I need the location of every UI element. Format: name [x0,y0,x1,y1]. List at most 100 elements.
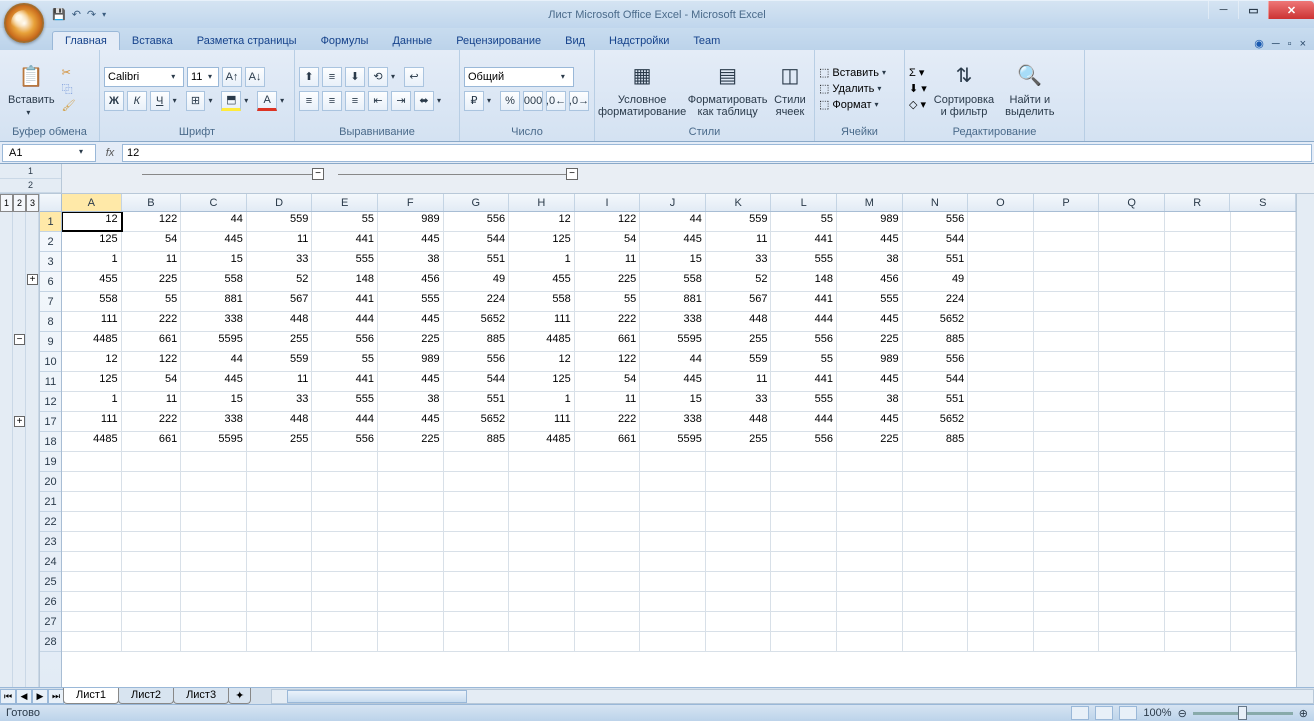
vertical-scrollbar[interactable] [1296,194,1314,687]
cell[interactable]: 441 [312,232,378,251]
cell[interactable] [312,632,378,651]
cell[interactable]: 448 [247,412,313,431]
row-outline-toggle-plus-1[interactable]: + [27,274,38,285]
col-outline-toggle-1[interactable]: − [312,168,324,180]
cell[interactable] [968,272,1034,291]
column-header[interactable]: P [1034,194,1100,211]
cell[interactable]: 338 [181,412,247,431]
cell[interactable]: 222 [122,312,182,331]
cell[interactable]: 5652 [444,312,510,331]
cell[interactable]: 445 [837,312,903,331]
cell[interactable] [837,452,903,471]
cell[interactable] [1165,632,1231,651]
cell[interactable] [771,512,837,531]
cell[interactable] [1034,632,1100,651]
cell[interactable] [378,492,444,511]
cell[interactable] [575,612,641,631]
cell[interactable]: 881 [181,292,247,311]
row-header[interactable]: 1 [40,212,61,232]
cell[interactable]: 4485 [62,332,122,351]
cell[interactable] [771,612,837,631]
number-format-combo[interactable]: ▾ [464,67,574,87]
cell[interactable] [903,612,969,631]
cell[interactable] [1231,512,1297,531]
ribbon-tab-0[interactable]: Главная [52,31,120,50]
cell[interactable] [444,492,510,511]
cell[interactable]: 989 [378,212,444,231]
cell[interactable] [771,552,837,571]
cell[interactable]: 12 [62,352,122,371]
cell[interactable]: 559 [247,212,313,231]
clear-icon[interactable]: ◇ ▾ [909,98,927,111]
cell[interactable] [1231,352,1297,371]
cell[interactable]: 33 [706,392,772,411]
zoom-in-button[interactable]: ⊕ [1299,707,1308,720]
cell[interactable]: 5595 [181,332,247,351]
cell[interactable]: 556 [444,352,510,371]
row-header[interactable]: 24 [40,552,61,572]
align-left-icon[interactable]: ≡ [299,91,319,111]
zoom-out-button[interactable]: ⊖ [1178,707,1187,720]
cell[interactable]: 567 [247,292,313,311]
ribbon-tab-5[interactable]: Рецензирование [444,32,553,50]
row-header[interactable]: 27 [40,612,61,632]
cell[interactable]: 544 [444,372,510,391]
cell[interactable]: 122 [575,352,641,371]
cell[interactable]: 444 [312,312,378,331]
cell[interactable] [771,472,837,491]
cell[interactable] [968,412,1034,431]
row-outline-level-1[interactable]: 1 [0,194,13,212]
cell[interactable] [312,452,378,471]
cell[interactable] [62,592,122,611]
cell[interactable]: 55 [312,212,378,231]
cell[interactable]: 255 [706,432,772,451]
column-header[interactable]: M [837,194,903,211]
row-header[interactable]: 18 [40,432,61,452]
cell[interactable]: 445 [378,312,444,331]
cell[interactable] [968,292,1034,311]
cell[interactable]: 559 [706,352,772,371]
cell[interactable]: 338 [640,312,706,331]
cell[interactable] [1165,412,1231,431]
cell[interactable] [122,452,182,471]
row-header[interactable]: 6 [40,272,61,292]
cell[interactable]: 148 [771,272,837,291]
cell[interactable] [122,552,182,571]
cell[interactable] [1099,412,1165,431]
cell[interactable] [444,532,510,551]
cell[interactable] [509,532,575,551]
cell[interactable] [378,452,444,471]
column-header[interactable]: B [122,194,182,211]
column-header[interactable]: D [247,194,313,211]
cell[interactable]: 338 [181,312,247,331]
cell[interactable] [1165,232,1231,251]
cell[interactable] [247,632,313,651]
cell[interactable]: 38 [378,392,444,411]
grow-font-icon[interactable]: A↑ [222,67,242,87]
column-header[interactable]: K [706,194,772,211]
row-header[interactable]: 12 [40,392,61,412]
cell[interactable]: 5595 [181,432,247,451]
column-header[interactable]: N [903,194,969,211]
cell[interactable] [1099,312,1165,331]
column-header[interactable]: Q [1099,194,1165,211]
formula-input[interactable]: 12 [122,144,1312,162]
cell[interactable] [968,432,1034,451]
cell[interactable] [1165,512,1231,531]
cell[interactable]: 989 [837,212,903,231]
cell[interactable] [1034,452,1100,471]
cell[interactable] [1231,472,1297,491]
cell[interactable] [122,512,182,531]
cell[interactable] [1099,332,1165,351]
cell[interactable] [312,492,378,511]
cell[interactable] [640,552,706,571]
cell[interactable] [903,572,969,591]
insert-cells-button[interactable]: ⬚ Вставить ▾ [819,66,892,79]
cell[interactable]: 555 [312,392,378,411]
cell[interactable]: 558 [62,292,122,311]
cell[interactable] [968,252,1034,271]
cell[interactable] [1034,272,1100,291]
cell[interactable]: 54 [575,232,641,251]
cell[interactable] [903,632,969,651]
cell[interactable]: 5652 [903,412,969,431]
